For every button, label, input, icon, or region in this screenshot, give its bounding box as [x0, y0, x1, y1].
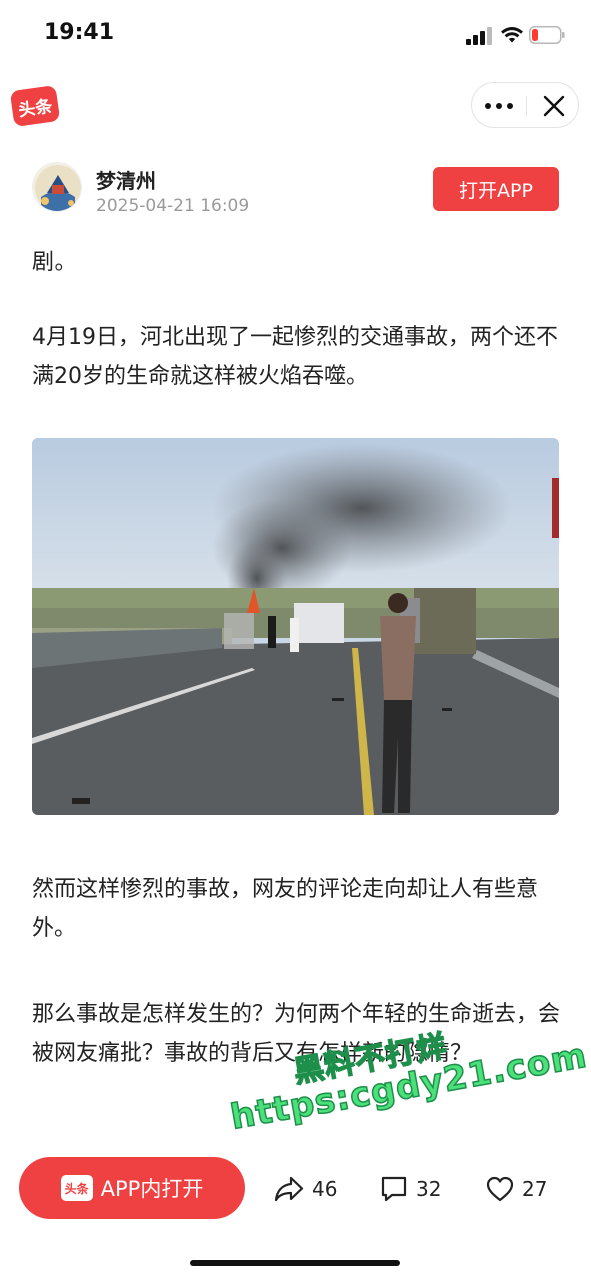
more-dots-icon: [485, 103, 491, 109]
open-in-app-label: APP内打开: [100, 1177, 204, 1201]
author-avatar[interactable]: [32, 162, 82, 212]
wifi-icon: [501, 27, 523, 43]
author-name[interactable]: 梦清州: [96, 165, 156, 194]
comment-count: 32: [416, 1177, 442, 1201]
like-button[interactable]: 27: [486, 1172, 547, 1206]
article-paragraph: 那么事故是怎样发生的？为何两个年轻的生命逝去，会被网友痛批？事故的背后又有怎样新…: [32, 1002, 561, 1066]
mini-program-capsule: [471, 82, 579, 128]
avatar-image: [33, 163, 81, 211]
accident-scene-image: [32, 438, 559, 815]
article-paragraph: 4月19日，河北出现了一起惨烈的交通事故，两个还不满20岁的生命就这样被火焰吞噬…: [32, 325, 558, 389]
capsule-divider: [526, 96, 527, 116]
share-icon: [274, 1176, 304, 1202]
battery-low-icon: [529, 26, 565, 44]
comment-icon: [381, 1176, 407, 1202]
share-button[interactable]: 46: [274, 1172, 337, 1206]
status-time: 19:41: [44, 20, 115, 45]
open-in-app-button[interactable]: 头条 APP内打开: [19, 1157, 245, 1219]
comment-button[interactable]: 32: [380, 1172, 441, 1206]
cellular-signal-icon: [466, 27, 492, 45]
open-app-button[interactable]: 打开APP: [433, 167, 559, 211]
more-options-button[interactable]: [472, 83, 526, 129]
close-button[interactable]: [528, 83, 580, 129]
article-paragraph: 然而这样惨烈的事故，网友的评论走向却让人有些意外。: [32, 877, 539, 941]
toutiao-small-logo: 头条: [60, 1175, 93, 1201]
heart-icon: [486, 1176, 514, 1202]
article-paragraph: 剧。: [32, 250, 78, 275]
toutiao-logo[interactable]: 头条: [9, 84, 61, 128]
share-count: 46: [312, 1177, 338, 1201]
like-count: 27: [522, 1177, 548, 1201]
status-bar: 19:41: [0, 0, 591, 70]
post-time: 2025-04-21 16:09: [96, 196, 250, 216]
article-photo[interactable]: [32, 438, 559, 815]
close-icon: [543, 95, 565, 117]
home-indicator[interactable]: [190, 1260, 400, 1266]
